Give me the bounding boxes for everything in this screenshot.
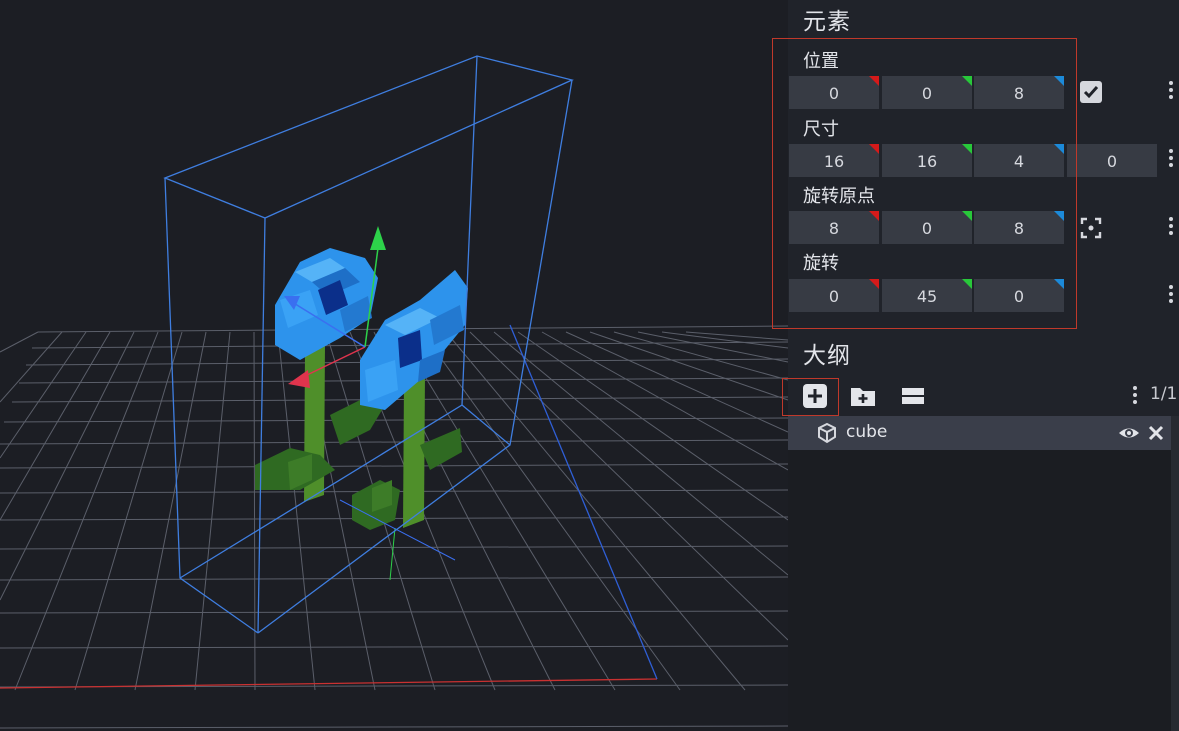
- size-x-input[interactable]: 16: [789, 144, 879, 177]
- position-y-input[interactable]: 0: [882, 76, 972, 109]
- rotation-x-input[interactable]: 0: [789, 279, 879, 312]
- position-label: 位置: [803, 51, 839, 72]
- pivot-more-icon[interactable]: [1168, 217, 1174, 239]
- inflate-input[interactable]: 0: [1067, 144, 1157, 177]
- outliner-list[interactable]: cube: [788, 416, 1171, 731]
- pivot-y-input[interactable]: 0: [882, 211, 972, 244]
- scene-canvas[interactable]: [0, 0, 788, 731]
- add-group-button[interactable]: [847, 380, 879, 412]
- outliner-item-name: cube: [846, 422, 888, 442]
- pivot-x-input[interactable]: 8: [789, 211, 879, 244]
- cube-icon: [816, 422, 838, 444]
- outliner-more-icon[interactable]: [1132, 386, 1138, 408]
- outliner-title: 大纲: [803, 343, 851, 369]
- rotation-label: 旋转: [803, 253, 839, 274]
- rotation-more-icon[interactable]: [1168, 285, 1174, 307]
- pivot-z-input[interactable]: 8: [974, 211, 1064, 244]
- viewport-3d[interactable]: [0, 0, 788, 731]
- position-more-icon[interactable]: [1168, 81, 1174, 103]
- size-y-input[interactable]: 16: [882, 144, 972, 177]
- rotation-z-input[interactable]: 0: [974, 279, 1064, 312]
- center-focus-icon[interactable]: [1079, 216, 1103, 240]
- side-panel: 元素 位置 0 0 8 尺寸 16 16 4 0 旋转原点 8 0 8 旋转 0…: [772, 0, 1179, 731]
- size-more-icon[interactable]: [1168, 149, 1174, 171]
- flower-model[interactable]: [255, 248, 468, 530]
- rotation-y-input[interactable]: 45: [882, 279, 972, 312]
- size-z-input[interactable]: 4: [974, 144, 1064, 177]
- position-x-input[interactable]: 0: [789, 76, 879, 109]
- add-cube-button[interactable]: [799, 380, 831, 412]
- outliner-count: 1/1: [1150, 384, 1178, 404]
- position-z-input[interactable]: 8: [974, 76, 1064, 109]
- size-label: 尺寸: [803, 119, 839, 140]
- outliner-scrollbar[interactable]: [1171, 416, 1179, 731]
- collapse-all-button[interactable]: [898, 380, 930, 412]
- pivot-label: 旋转原点: [803, 186, 875, 207]
- close-icon[interactable]: [1147, 424, 1165, 442]
- element-panel-title: 元素: [803, 9, 851, 35]
- outliner-item-cube[interactable]: cube: [788, 416, 1171, 450]
- eye-icon[interactable]: [1118, 423, 1140, 443]
- checkbox-icon[interactable]: [1080, 81, 1102, 103]
